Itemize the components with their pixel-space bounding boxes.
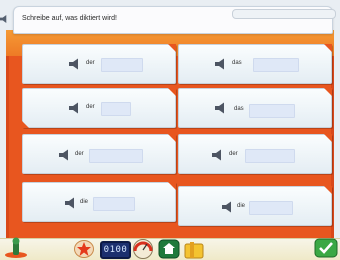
- dictation-card-3: der: [22, 88, 176, 128]
- card-corner: [168, 44, 176, 52]
- card-corner: [324, 186, 332, 194]
- speaker-icon[interactable]: [215, 58, 227, 70]
- gauge-icon[interactable]: [132, 239, 154, 259]
- dictation-card-5: der: [22, 134, 176, 174]
- dictation-card-6: der: [178, 134, 332, 174]
- answer-field[interactable]: [93, 197, 135, 211]
- article-label: der: [75, 151, 84, 157]
- dictation-card-8: die: [178, 186, 332, 226]
- timer-display: 0100: [100, 241, 131, 259]
- article-label: der: [86, 60, 95, 66]
- house-icon[interactable]: [158, 239, 180, 259]
- card-corner: [168, 182, 176, 190]
- card-corner: [22, 121, 29, 128]
- speaker-icon[interactable]: [212, 149, 224, 161]
- article-label: der: [86, 104, 95, 110]
- instruction-speaker-icon[interactable]: [0, 14, 9, 24]
- answer-field[interactable]: [249, 201, 293, 215]
- dictation-card-2: das: [178, 44, 332, 84]
- speaker-icon[interactable]: [222, 201, 234, 213]
- window-tab: [232, 9, 336, 19]
- card-corner: [324, 134, 332, 142]
- article-label: die: [80, 199, 89, 205]
- star-icon[interactable]: [74, 240, 94, 258]
- answer-field[interactable]: [89, 149, 143, 163]
- instruction-bar: Schreibe auf, was diktiert wird!: [13, 6, 336, 34]
- article-label: das: [234, 106, 244, 112]
- answer-field[interactable]: [253, 58, 299, 72]
- dictation-card-1: der: [22, 44, 176, 84]
- card-corner: [168, 88, 176, 96]
- speaker-icon[interactable]: [215, 102, 227, 114]
- figure-icon[interactable]: [4, 236, 28, 258]
- folder-icon[interactable]: [184, 241, 204, 259]
- dictation-card-4: das: [178, 88, 332, 128]
- answer-field[interactable]: [245, 149, 295, 163]
- check-icon[interactable]: [314, 238, 338, 258]
- card-corner: [168, 134, 176, 142]
- answer-field[interactable]: [101, 102, 131, 116]
- card-corner: [324, 44, 332, 52]
- answer-field[interactable]: [101, 58, 143, 72]
- article-label: der: [229, 151, 238, 157]
- article-label: das: [232, 60, 242, 66]
- article-label: die: [237, 203, 246, 209]
- card-corner: [324, 88, 332, 96]
- speaker-icon[interactable]: [69, 102, 81, 114]
- answer-field[interactable]: [249, 104, 295, 118]
- speaker-icon[interactable]: [65, 197, 77, 209]
- instruction-text: Schreibe auf, was diktiert wird!: [22, 15, 117, 22]
- speaker-icon[interactable]: [59, 149, 71, 161]
- speaker-icon[interactable]: [69, 58, 81, 70]
- dictation-card-7: die: [22, 182, 176, 222]
